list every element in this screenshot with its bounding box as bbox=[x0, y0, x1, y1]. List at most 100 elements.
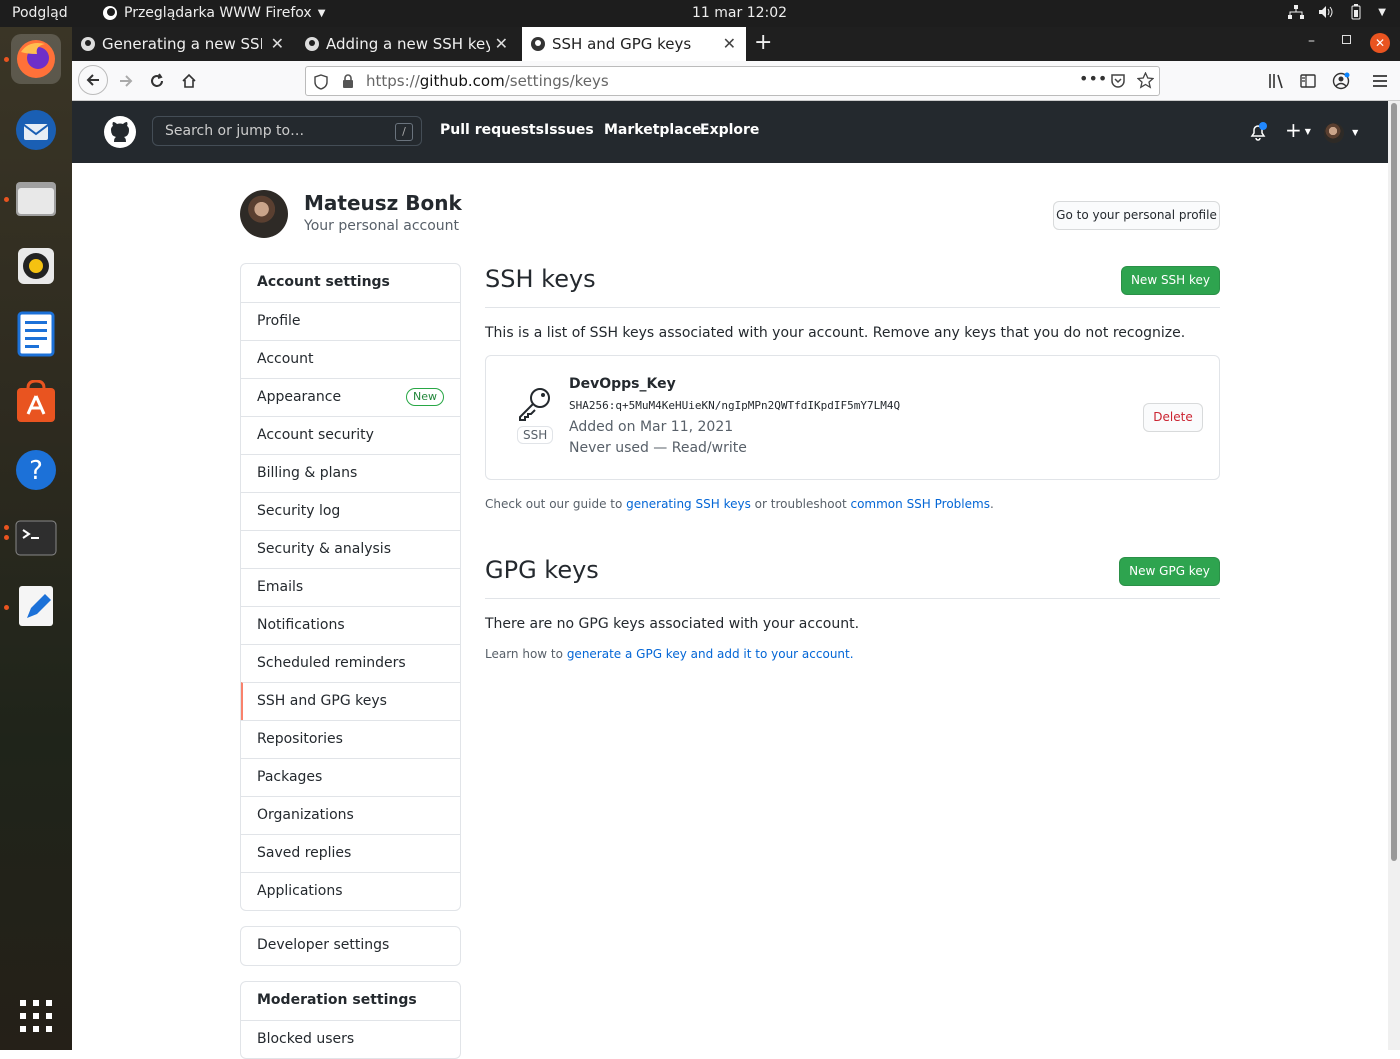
sidebar-item-developer-settings[interactable]: Developer settings bbox=[241, 927, 460, 965]
home-icon bbox=[182, 73, 196, 88]
new-gpg-key-button[interactable]: New GPG key bbox=[1119, 557, 1220, 586]
ssh-key-name: DevOpps_Key bbox=[569, 376, 676, 392]
github-search-input[interactable]: Search or jump to… / bbox=[152, 116, 422, 146]
dock-thunderbird[interactable] bbox=[11, 105, 61, 155]
dock-text-editor[interactable] bbox=[11, 581, 61, 631]
firefox-icon bbox=[17, 40, 55, 78]
dock-help[interactable]: ? bbox=[11, 445, 61, 495]
search-shortcut-key: / bbox=[395, 123, 413, 141]
ssh-key-item: SSH DevOpps_Key SHA256:q+5MuM4KeHUieKN/n… bbox=[485, 355, 1220, 480]
arrow-right-icon bbox=[120, 75, 133, 87]
tab-generating-ssh-key[interactable]: Generating a new SSH key ✕ bbox=[72, 27, 294, 61]
sidebar-item-profile[interactable]: Profile bbox=[241, 302, 460, 340]
avatar[interactable] bbox=[240, 190, 288, 238]
sidebar-item-security-log[interactable]: Security log bbox=[241, 492, 460, 530]
sidebar-item-account-security[interactable]: Account security bbox=[241, 416, 460, 454]
sidebar-item-billing[interactable]: Billing & plans bbox=[241, 454, 460, 492]
sidebar-item-saved-replies[interactable]: Saved replies bbox=[241, 834, 460, 872]
search-placeholder: Search or jump to… bbox=[165, 123, 305, 139]
sidebar-item-emails[interactable]: Emails bbox=[241, 568, 460, 606]
dock-terminal[interactable] bbox=[11, 513, 61, 563]
generating-ssh-keys-link[interactable]: generating SSH keys bbox=[626, 497, 751, 511]
home-button[interactable] bbox=[175, 67, 203, 95]
page-scrollbar[interactable] bbox=[1388, 101, 1400, 1050]
nav-pull-requests[interactable]: Pull requests bbox=[440, 122, 544, 138]
nav-marketplace[interactable]: Marketplace bbox=[604, 122, 701, 138]
pocket-icon[interactable] bbox=[1110, 73, 1126, 89]
nav-explore[interactable]: Explore bbox=[700, 122, 759, 138]
ssh-key-fingerprint: SHA256:q+5MuM4KeHUieKN/ngIpMPn2QWTfdIKpd… bbox=[569, 399, 901, 412]
dock-rhythmbox[interactable] bbox=[11, 241, 61, 291]
generate-gpg-key-link[interactable]: generate a GPG key and add it to your ac… bbox=[567, 647, 850, 661]
forward-button[interactable] bbox=[112, 67, 140, 95]
notifications-bell-icon[interactable] bbox=[1248, 122, 1268, 142]
page-actions-icon[interactable]: ••• bbox=[1079, 69, 1107, 88]
sidebar-item-notifications[interactable]: Notifications bbox=[241, 606, 460, 644]
activities-button[interactable]: Podgląd bbox=[12, 5, 68, 21]
bookmark-star-icon[interactable] bbox=[1137, 72, 1154, 89]
dock: ? bbox=[0, 27, 72, 1050]
gpg-empty-message: There are no GPG keys associated with yo… bbox=[485, 616, 860, 632]
running-indicator bbox=[4, 197, 9, 202]
running-indicator bbox=[4, 605, 9, 610]
github-favicon-icon bbox=[531, 37, 545, 51]
sidebar-item-blocked-users[interactable]: Blocked users bbox=[241, 1020, 460, 1058]
app-menu[interactable]: Przeglądarka WWW Firefox ▼ bbox=[102, 5, 325, 21]
scrollbar-thumb[interactable] bbox=[1391, 103, 1397, 861]
minimize-window-button[interactable]: – bbox=[1308, 33, 1315, 49]
reload-button[interactable] bbox=[143, 67, 171, 95]
settings-page: Mateusz Bonk Your personal account Go to… bbox=[72, 163, 1388, 1059]
developer-settings-menu: Developer settings bbox=[240, 926, 461, 966]
common-ssh-problems-link[interactable]: common SSH Problems bbox=[850, 497, 989, 511]
tab-adding-ssh-key[interactable]: Adding a new SSH key to ✕ bbox=[296, 27, 518, 61]
back-button[interactable] bbox=[78, 65, 108, 95]
github-logo-icon[interactable] bbox=[104, 116, 136, 148]
user-menu-dropdown[interactable]: ▼ bbox=[1324, 122, 1358, 143]
hamburger-menu-icon[interactable] bbox=[1372, 73, 1388, 89]
sidebar-item-security-analysis[interactable]: Security & analysis bbox=[241, 530, 460, 568]
nav-issues[interactable]: Issues bbox=[544, 122, 594, 138]
ssh-key-added-date: Added on Mar 11, 2021 bbox=[569, 419, 734, 435]
sidebar-icon[interactable] bbox=[1300, 73, 1316, 89]
show-applications-button[interactable] bbox=[11, 991, 61, 1041]
sidebar-item-organizations[interactable]: Organizations bbox=[241, 796, 460, 834]
close-tab-icon[interactable]: ✕ bbox=[495, 34, 508, 53]
dock-files[interactable] bbox=[11, 173, 61, 223]
close-tab-icon[interactable]: ✕ bbox=[271, 34, 284, 53]
sidebar-item-repositories[interactable]: Repositories bbox=[241, 720, 460, 758]
chevron-down-icon: ▼ bbox=[1352, 128, 1359, 137]
dock-software[interactable] bbox=[11, 377, 61, 427]
dock-firefox[interactable] bbox=[11, 34, 61, 84]
tracking-shield-icon[interactable] bbox=[314, 74, 328, 90]
account-icon[interactable] bbox=[1332, 72, 1350, 90]
sidebar-item-scheduled-reminders[interactable]: Scheduled reminders bbox=[241, 644, 460, 682]
maximize-window-button[interactable] bbox=[1342, 35, 1351, 44]
folder-icon bbox=[16, 182, 56, 216]
delete-ssh-key-button[interactable]: Delete bbox=[1143, 403, 1203, 432]
new-tab-button[interactable]: + bbox=[754, 30, 772, 55]
sidebar-item-ssh-gpg-keys[interactable]: SSH and GPG keys bbox=[241, 682, 460, 720]
svg-text:?: ? bbox=[29, 456, 43, 486]
go-to-profile-button[interactable]: Go to your personal profile bbox=[1053, 201, 1220, 230]
sidebar-item-packages[interactable]: Packages bbox=[241, 758, 460, 796]
sidebar-item-applications[interactable]: Applications bbox=[241, 872, 460, 910]
sidebar-heading-account-settings: Account settings bbox=[257, 274, 390, 290]
lock-icon[interactable] bbox=[342, 74, 354, 89]
dock-writer[interactable] bbox=[11, 309, 61, 359]
key-icon bbox=[519, 388, 550, 421]
sidebar-item-appearance[interactable]: Appearance New bbox=[241, 378, 460, 416]
address-bar[interactable]: https://github.com/settings/keys ••• bbox=[305, 66, 1160, 96]
close-window-button[interactable]: ✕ bbox=[1370, 33, 1390, 53]
library-icon[interactable] bbox=[1268, 73, 1284, 89]
new-ssh-key-button[interactable]: New SSH key bbox=[1121, 266, 1220, 295]
tab-ssh-gpg-keys[interactable]: SSH and GPG keys ✕ bbox=[522, 27, 746, 61]
tab-title: Generating a new SSH key bbox=[102, 35, 262, 53]
system-tray[interactable]: ▼ bbox=[1288, 4, 1386, 20]
account-name[interactable]: Mateusz Bonk bbox=[304, 191, 462, 215]
avatar bbox=[1324, 122, 1344, 143]
clock[interactable]: 11 mar 12:02 bbox=[692, 5, 787, 21]
sidebar-item-account[interactable]: Account bbox=[241, 340, 460, 378]
close-tab-icon[interactable]: ✕ bbox=[723, 34, 736, 53]
create-new-dropdown[interactable]: + ▼ bbox=[1285, 118, 1311, 142]
running-indicator bbox=[4, 535, 9, 540]
